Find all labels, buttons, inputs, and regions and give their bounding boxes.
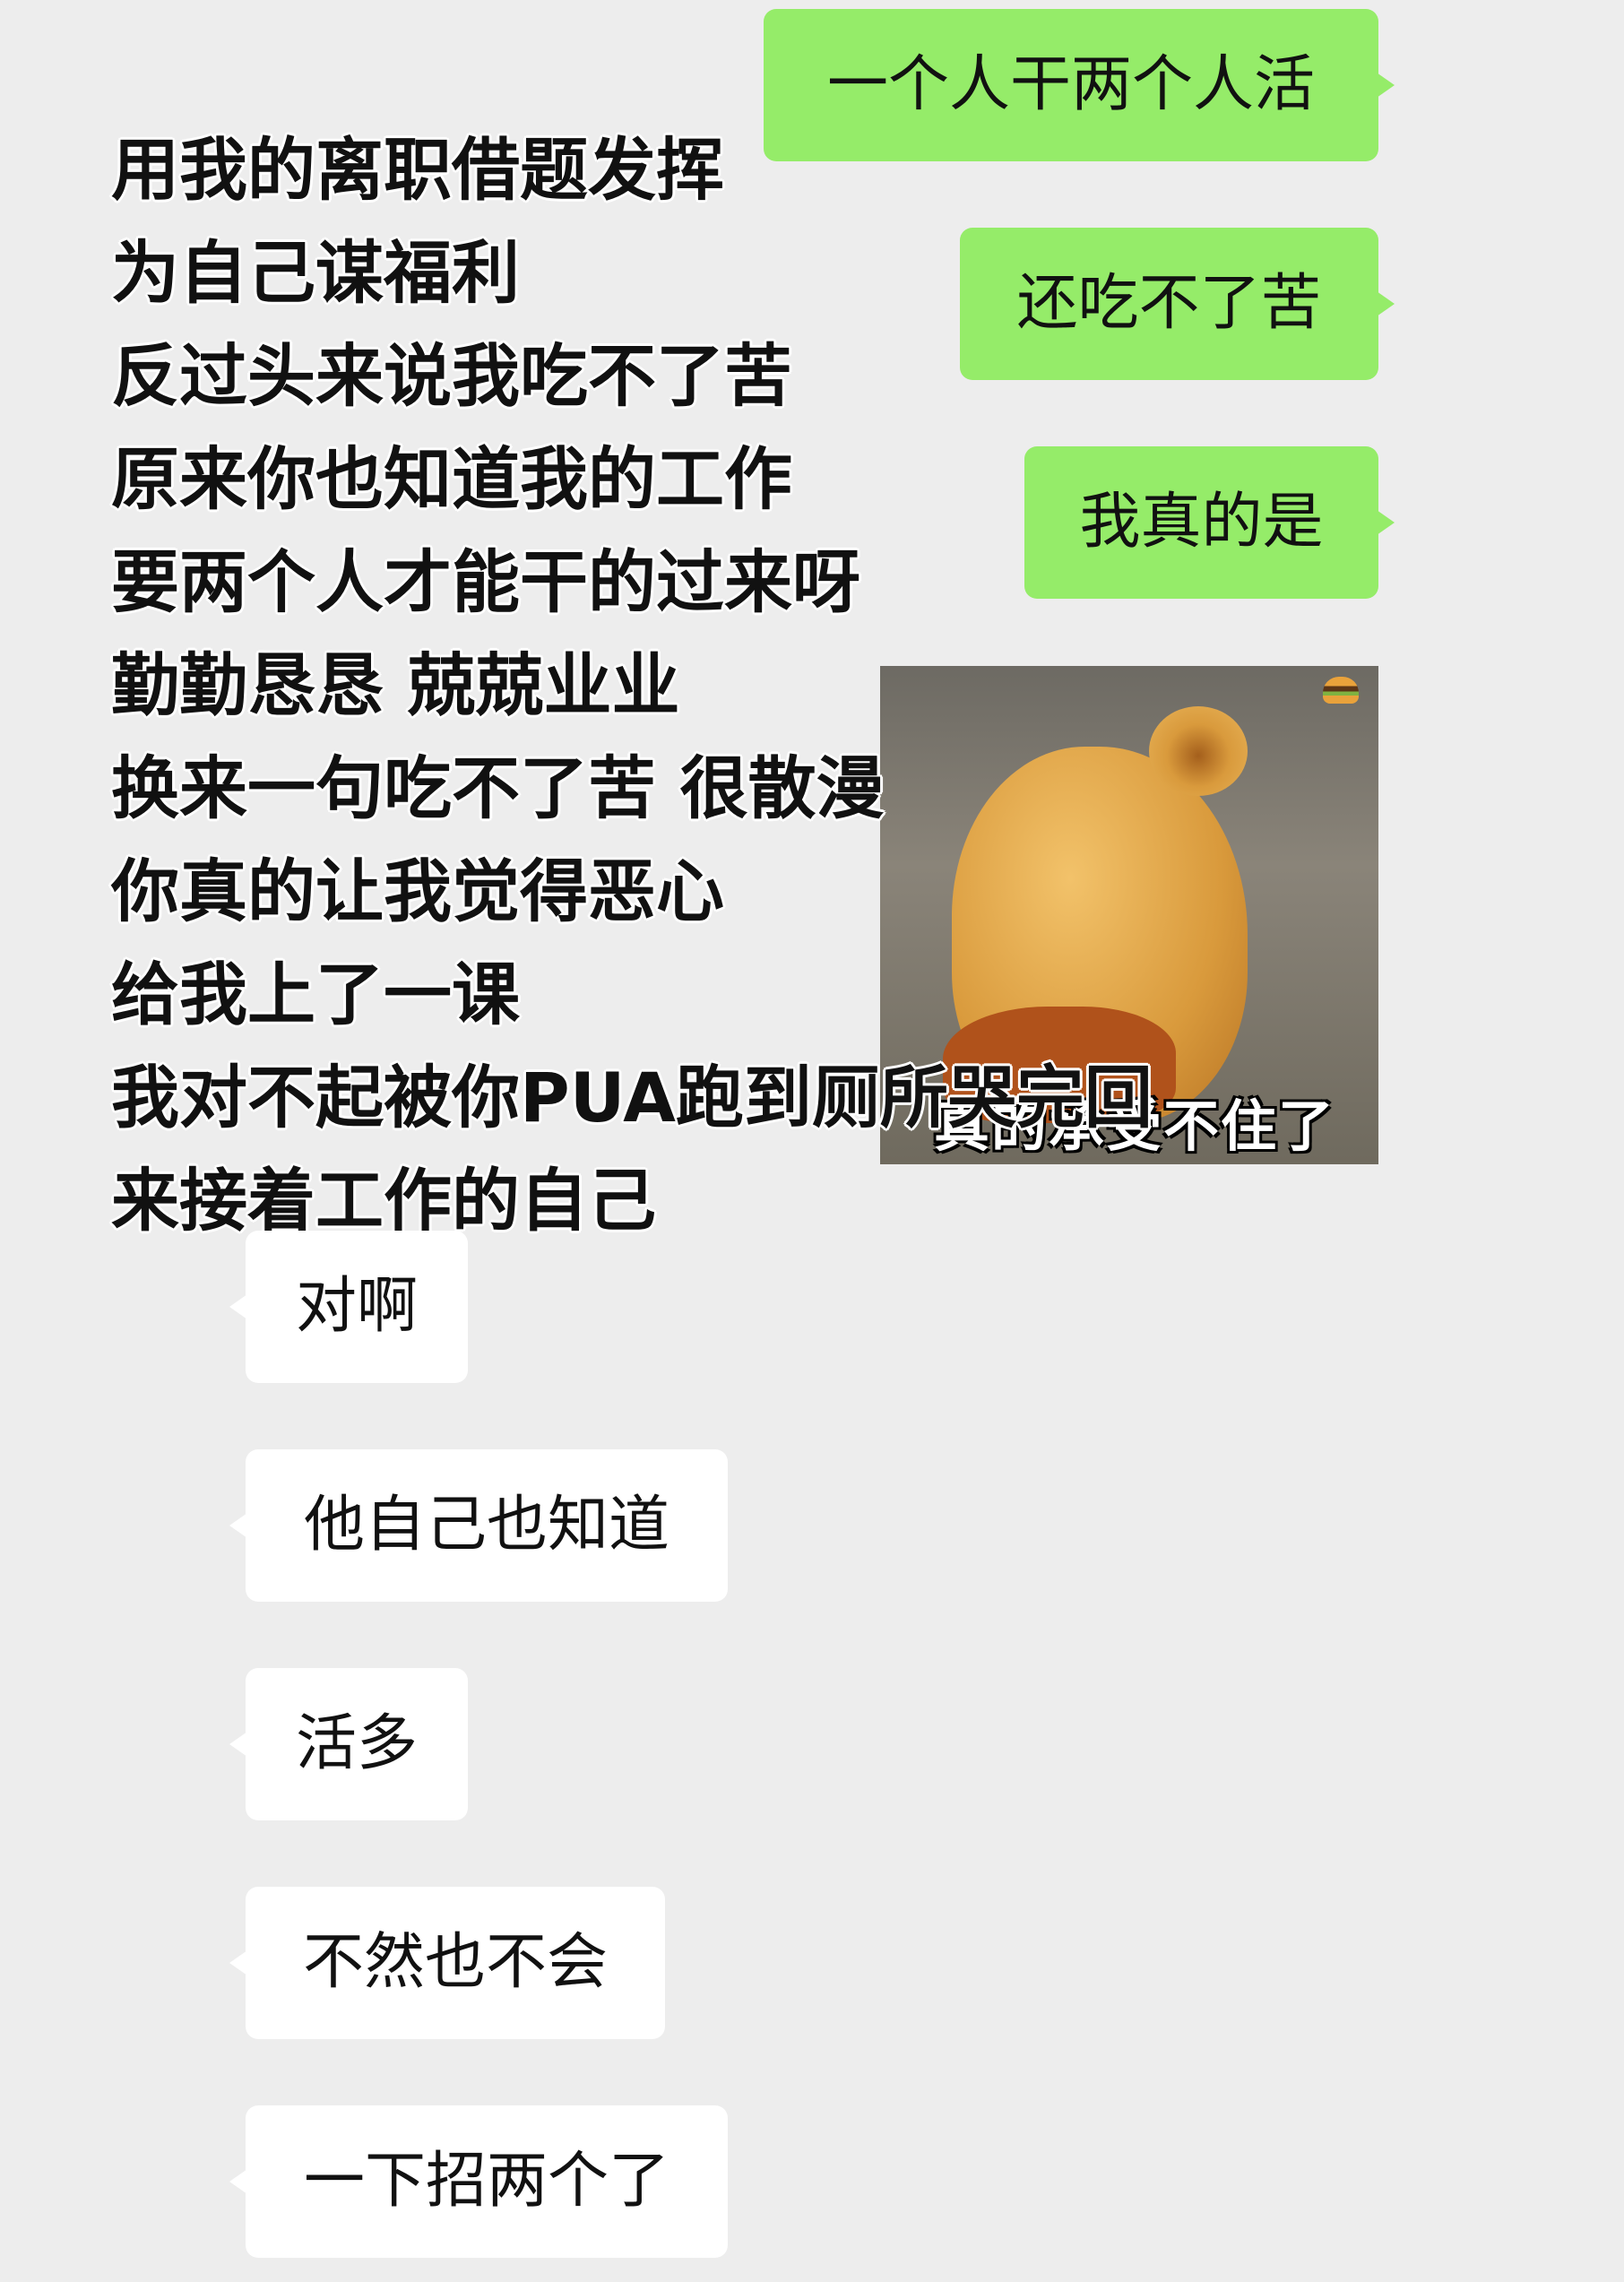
message-text: 一下招两个了: [303, 2146, 669, 2217]
overlay-line: 勤勤恳恳 兢兢业业: [111, 645, 680, 725]
message-text: 对啊: [295, 1271, 418, 1342]
message-text: 他自己也知道: [303, 1490, 669, 1560]
overlay-line: 为自己谋福利: [111, 233, 520, 313]
message-bubble-incoming[interactable]: 不然也不会: [229, 1887, 665, 2039]
message-bubble-incoming[interactable]: 他自己也知道: [229, 1449, 728, 1602]
message-bubble-incoming[interactable]: 对啊: [229, 1231, 468, 1383]
overlay-line: 你真的让我觉得恶心: [111, 851, 724, 931]
message-text: 一个人干两个人活: [826, 49, 1315, 120]
overlay-line: 换来一句吃不了苦 很散漫: [111, 748, 885, 828]
message-bubble-incoming[interactable]: 活多: [229, 1668, 468, 1820]
overlay-line: 反过头来说我吃不了苦: [111, 336, 792, 416]
message-bubble-incoming[interactable]: 一下招两个了: [229, 2105, 728, 2258]
overlay-line: 原来你也知道我的工作: [111, 439, 792, 519]
bear-ear: [1149, 706, 1248, 796]
overlay-line: 给我上了一课: [111, 955, 520, 1034]
message-text: 活多: [295, 1708, 418, 1779]
burger-icon: [1323, 677, 1359, 704]
overlay-line: 要两个人才能干的过来呀: [111, 542, 860, 622]
message-text: 不然也不会: [302, 1927, 608, 1998]
overlay-line: 用我的离职借题发挥: [111, 130, 724, 210]
overlay-line: 我对不起被你PUA跑到厕所哭完回: [111, 1058, 1153, 1137]
overlay-commentary: 用我的离职借题发挥 为自己谋福利 反过头来说我吃不了苦 原来你也知道我的工作 要…: [111, 118, 1153, 1252]
